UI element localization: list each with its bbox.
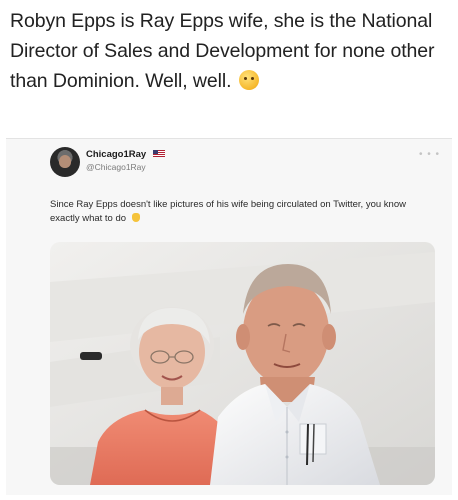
tweet-text: Since Ray Epps doesn't like pictures of …: [50, 198, 420, 226]
more-options-icon[interactable]: • • •: [419, 149, 440, 160]
us-flag-icon: [152, 150, 165, 157]
tweet-body-text: Since Ray Epps doesn't like pictures of …: [50, 199, 406, 224]
avatar-face: [59, 155, 71, 168]
tweet-handle[interactable]: @Chicago1Ray: [86, 162, 146, 172]
embedded-tweet[interactable]: Chicago1Ray @Chicago1Ray • • • Since Ray…: [6, 138, 452, 495]
avatar[interactable]: [50, 147, 80, 177]
pointing-hand-icon: [131, 213, 140, 222]
post-caption: Robyn Epps is Ray Epps wife, she is the …: [10, 6, 450, 96]
caption-text: Robyn Epps is Ray Epps wife, she is the …: [10, 10, 435, 92]
tweet-display-name[interactable]: Chicago1Ray: [86, 149, 165, 160]
photo-illustration: [50, 242, 435, 485]
display-name-text: Chicago1Ray: [86, 149, 147, 160]
thinking-face-icon: [238, 70, 259, 90]
tweet-photo[interactable]: [50, 242, 435, 485]
